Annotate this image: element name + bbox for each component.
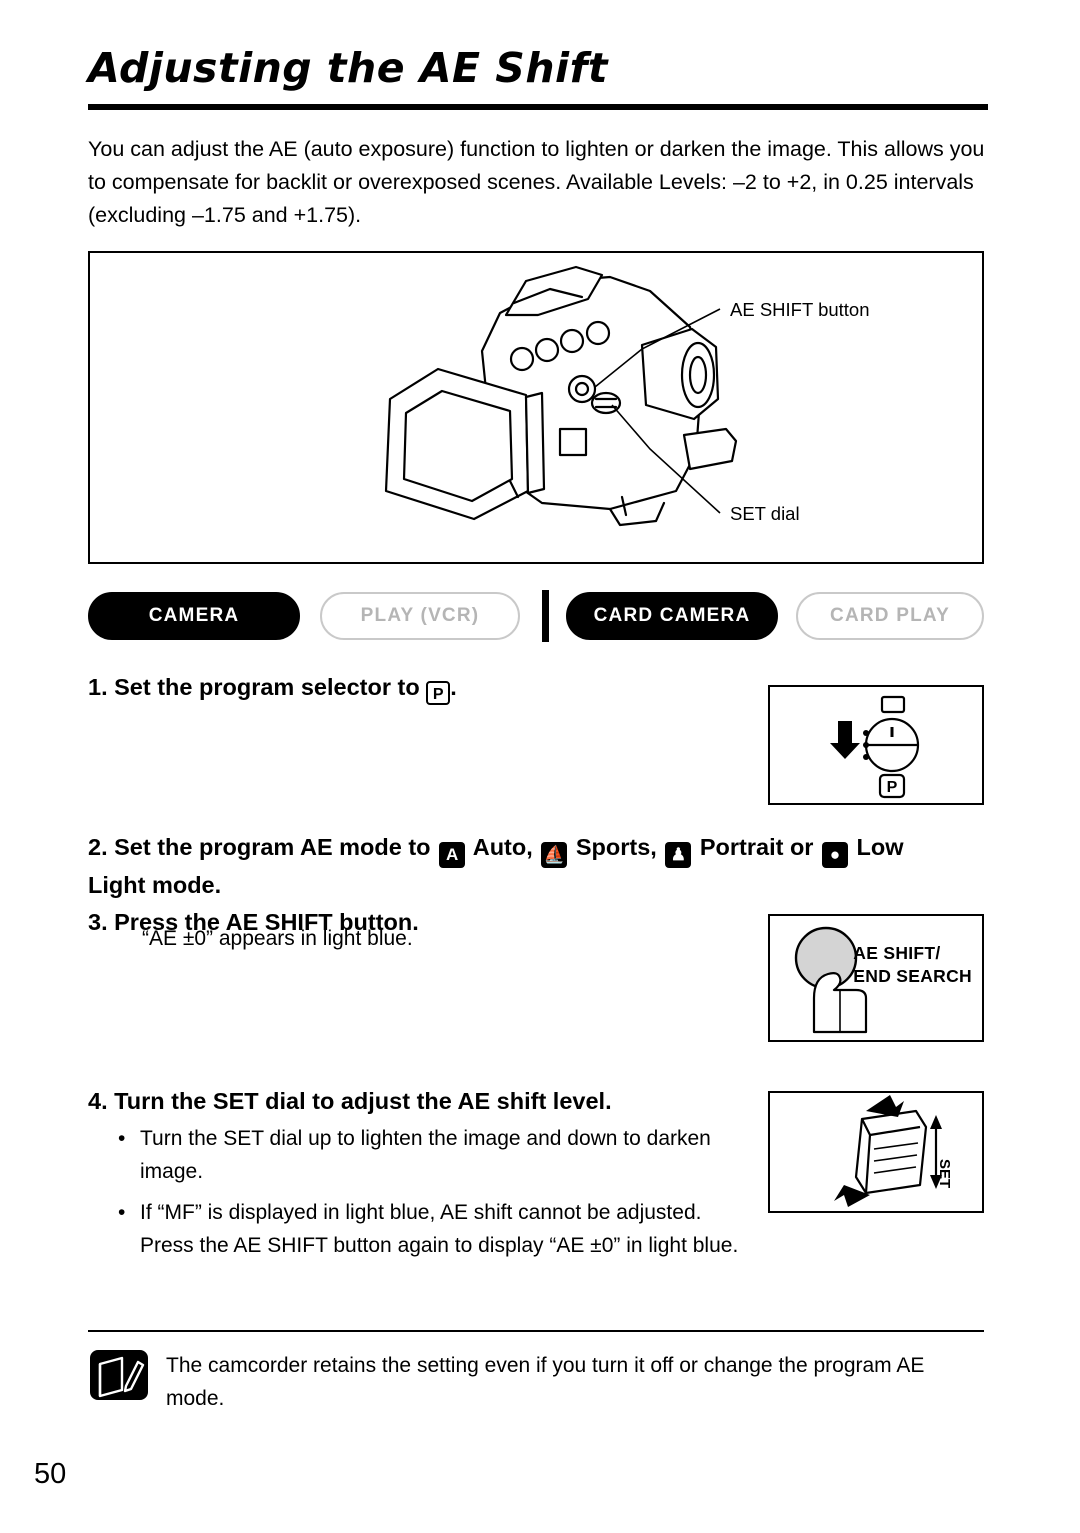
mode-card-play[interactable]: CARD PLAY [796, 592, 984, 640]
step-4-bullets: Turn the SET dial up to lighten the imag… [112, 1122, 757, 1270]
step-2-text-b: Auto, [467, 834, 540, 860]
bullet-item: If “MF” is displayed in light blue, AE s… [112, 1196, 757, 1262]
step-1: 1. Set the program selector to P. [88, 670, 457, 705]
mode-camera[interactable]: CAMERA [88, 592, 300, 640]
note-rule [88, 1330, 984, 1332]
step-2-text-e: Low [850, 834, 904, 860]
step-2-text-c: Sports, [569, 834, 664, 860]
step-2-text-a: 2. Set the program AE mode to [88, 834, 438, 860]
ae-shift-button-illustration: AE SHIFT/ END SEARCH [768, 914, 984, 1042]
mode-play-vcr[interactable]: PLAY (VCR) [320, 592, 520, 640]
mode-divider [542, 590, 549, 642]
auto-mode-icon: A [439, 842, 466, 868]
program-p-icon: P [426, 681, 451, 705]
step-2-line2: Light mode. [88, 872, 222, 898]
portrait-mode-icon: ♟ [665, 842, 692, 868]
intro-paragraph: You can adjust the AE (auto exposure) fu… [88, 137, 985, 227]
set-dial-text: SET [936, 1159, 953, 1188]
note-text: The camcorder retains the setting even i… [166, 1354, 925, 1410]
title-rule [88, 104, 988, 110]
set-dial-icon: SET [834, 1095, 953, 1207]
program-selector-dial-icon: P [830, 695, 920, 799]
ae-shift-label-line2: END SEARCH [853, 966, 972, 986]
camcorder-figure: AE SHIFT button SET dial [88, 251, 984, 564]
program-selector-illustration: P [768, 685, 984, 805]
bullet-item: Turn the SET dial up to lighten the imag… [112, 1122, 757, 1188]
page-number: 50 [34, 1458, 67, 1490]
step-3-note: “AE ±0” appears in light blue. [142, 927, 413, 950]
notes-pencil-icon [90, 1350, 148, 1400]
mode-bar: CAMERA PLAY (VCR) CARD CAMERA CARD PLAY [88, 590, 984, 644]
mode-card-camera[interactable]: CARD CAMERA [566, 592, 778, 640]
set-dial-illustration: SET [768, 1091, 984, 1213]
sports-mode-icon: ⛵ [541, 842, 568, 868]
svg-text:P: P [887, 779, 898, 796]
step-1-suffix: . [450, 674, 457, 700]
step-2-text-d: Portrait or [693, 834, 820, 860]
ae-shift-button-label: AE SHIFT/ END SEARCH [853, 942, 972, 988]
callout-set-dial: SET dial [730, 503, 800, 524]
step-4: 4. Turn the SET dial to adjust the AE sh… [88, 1088, 612, 1114]
ae-shift-label-line1: AE SHIFT/ [853, 943, 941, 963]
step-2: 2. Set the program AE mode to A Auto, ⛵ … [88, 830, 993, 902]
step-1-text: 1. Set the program selector to [88, 674, 427, 700]
lowlight-mode-icon: ● [822, 842, 848, 868]
callout-ae-shift-button: AE SHIFT button [730, 299, 870, 320]
document-page: Adjusting the AE Shift You can adjust th… [0, 0, 1080, 1533]
page-title: Adjusting the AE Shift [88, 44, 609, 92]
